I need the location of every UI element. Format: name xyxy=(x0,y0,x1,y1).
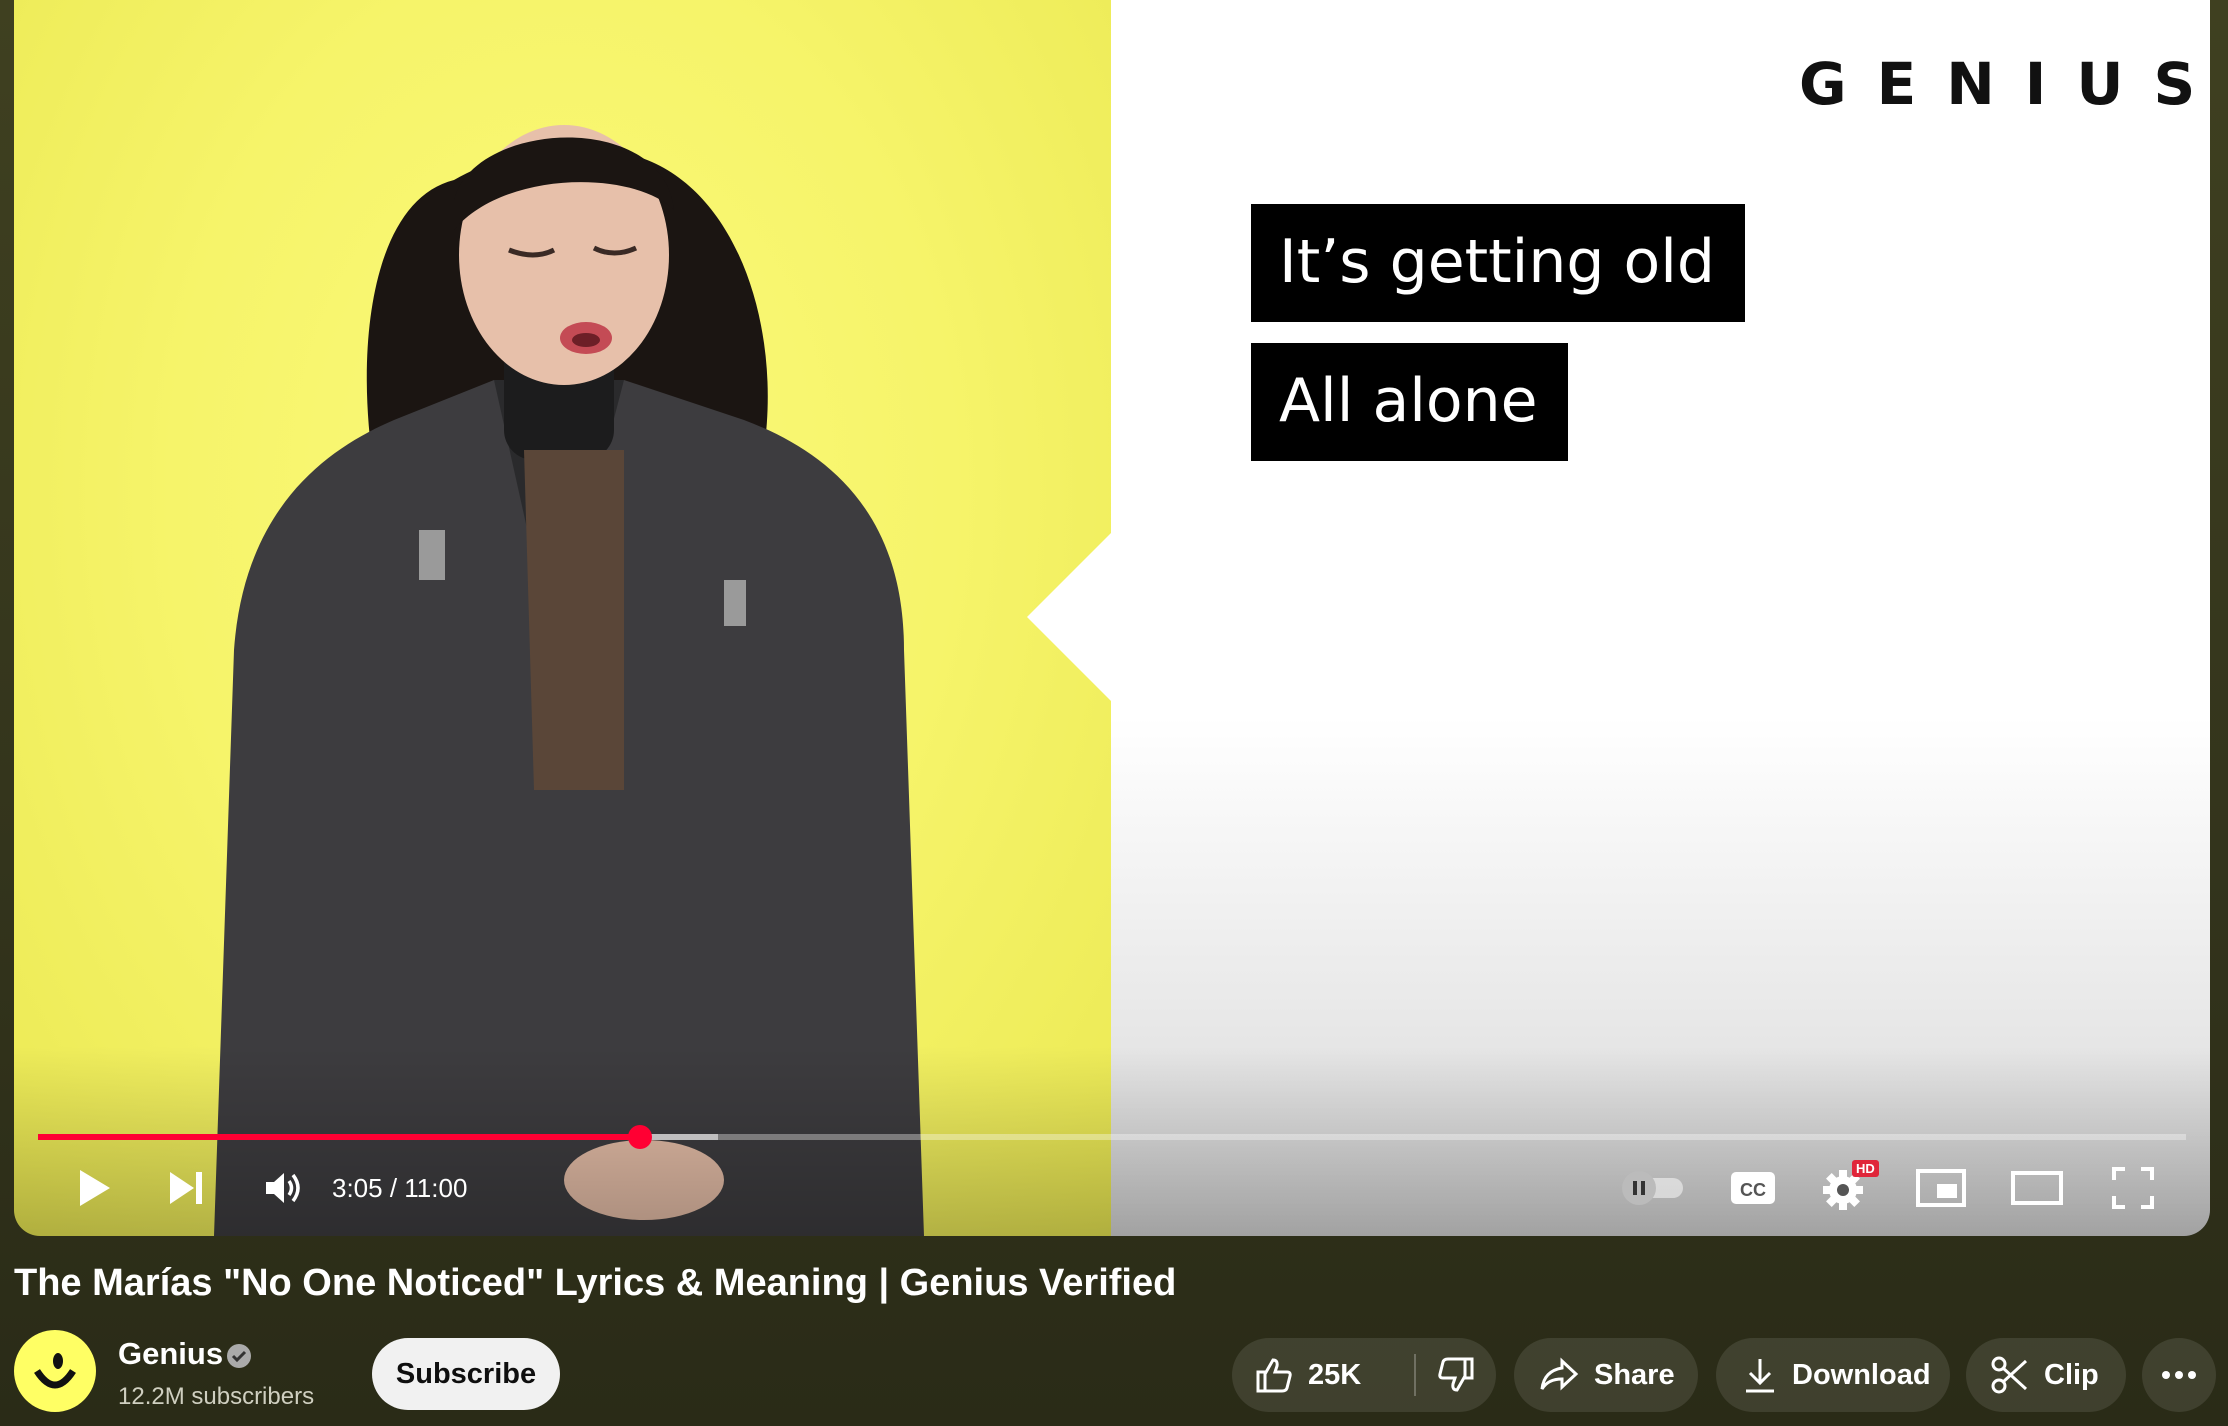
captions-icon: CC xyxy=(1731,1172,1775,1204)
clip-label: Clip xyxy=(2044,1358,2099,1391)
theater-mode-button[interactable] xyxy=(2004,1160,2070,1216)
progress-played xyxy=(38,1134,641,1140)
dislike-button[interactable] xyxy=(1416,1338,1496,1412)
video-title: The Marías "No One Noticed" Lyrics & Mea… xyxy=(14,1262,1177,1304)
fullscreen-icon xyxy=(2112,1167,2154,1209)
play-icon xyxy=(80,1170,110,1206)
thumbs-up-icon xyxy=(1256,1358,1292,1393)
controls-overlay xyxy=(14,1046,2210,1236)
lyric-line-1: It’s getting old xyxy=(1251,204,1745,322)
like-count: 25K xyxy=(1308,1358,1362,1391)
verified-icon xyxy=(227,1344,251,1368)
progress-scrubber[interactable] xyxy=(628,1125,653,1149)
miniplayer-button[interactable] xyxy=(1908,1160,1974,1216)
hd-badge: HD xyxy=(1852,1160,1879,1177)
fullscreen-button[interactable] xyxy=(2100,1160,2166,1216)
like-button[interactable]: 25K xyxy=(1232,1338,1414,1412)
play-button[interactable] xyxy=(64,1160,124,1216)
genius-watermark: GENIUS xyxy=(1799,50,2210,118)
thumbs-down-icon xyxy=(1438,1357,1474,1392)
download-icon xyxy=(1746,1359,1774,1393)
miniplayer-icon xyxy=(1916,1169,1966,1207)
speech-notch xyxy=(1027,532,1112,702)
autoplay-toggle[interactable] xyxy=(1614,1160,1694,1216)
next-icon xyxy=(170,1172,202,1204)
more-horizontal-icon xyxy=(2162,1371,2196,1379)
scissors-icon xyxy=(1991,1356,2028,1394)
clip-button[interactable]: Clip xyxy=(1966,1338,2126,1412)
like-dislike-group: 25K xyxy=(1232,1338,1496,1412)
svg-text:CC: CC xyxy=(1740,1180,1766,1200)
more-actions-button[interactable] xyxy=(2142,1338,2216,1412)
share-button[interactable]: Share xyxy=(1514,1338,1698,1412)
autoplay-toggle-icon xyxy=(1622,1171,1683,1205)
subscribe-button[interactable]: Subscribe xyxy=(372,1338,560,1410)
share-label: Share xyxy=(1594,1358,1675,1391)
download-button[interactable]: Download xyxy=(1716,1338,1950,1412)
channel-name[interactable]: Genius xyxy=(118,1336,223,1372)
download-label: Download xyxy=(1792,1358,1931,1391)
share-icon xyxy=(1540,1357,1579,1391)
volume-button[interactable] xyxy=(254,1160,314,1216)
theater-icon xyxy=(2011,1171,2063,1205)
lyric-line-2: All alone xyxy=(1251,343,1568,461)
subscriber-count: 12.2M subscribers xyxy=(118,1383,315,1410)
video-player[interactable]: GENIUS It’s getting old All alone 3:05 /… xyxy=(14,0,2210,1236)
settings-button[interactable]: HD xyxy=(1814,1160,1880,1216)
time-display: 3:05 / 11:00 xyxy=(332,1173,468,1203)
volume-icon xyxy=(266,1173,300,1203)
next-button[interactable] xyxy=(156,1160,216,1216)
progress-bar[interactable] xyxy=(38,1125,2186,1149)
captions-button[interactable]: CC xyxy=(1722,1160,1784,1216)
channel-avatar[interactable] xyxy=(14,1330,96,1412)
genius-avatar-icon xyxy=(34,1353,76,1389)
